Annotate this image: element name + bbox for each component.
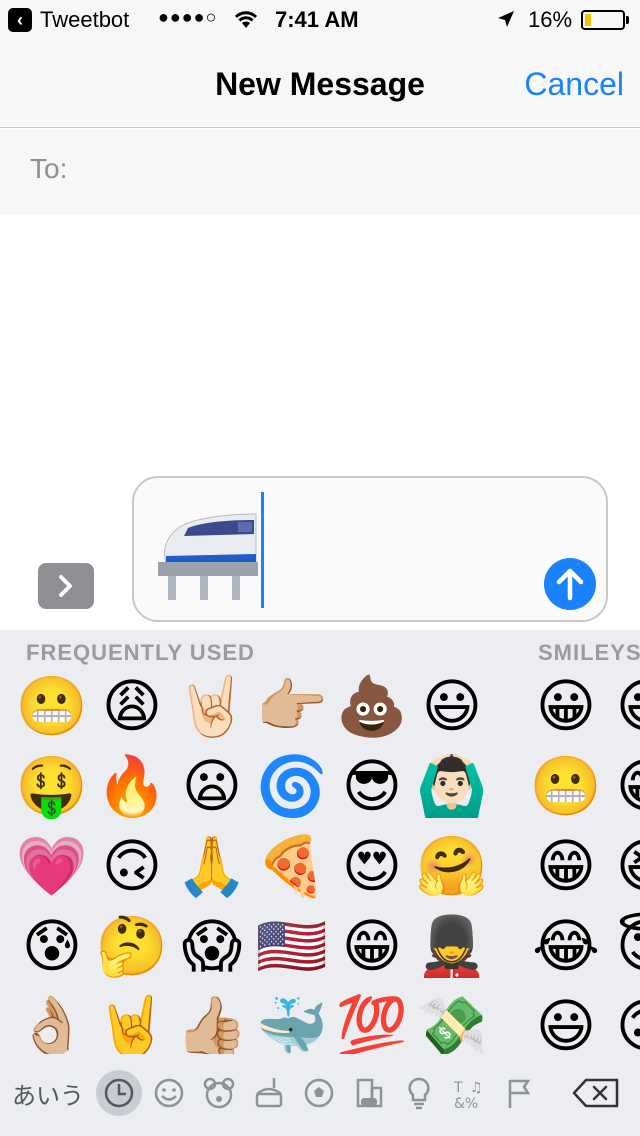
bear-icon[interactable] [196, 1070, 242, 1116]
emoji-key[interactable]: 💂 [412, 906, 492, 986]
wifi-icon [234, 11, 258, 28]
cancel-button[interactable]: Cancel [524, 66, 624, 103]
battery-level [585, 14, 591, 26]
frequently-used-grid: 😬 😩 🤘🏻 👉🏼 💩 😃 🤑 🔥 😦 🌀 😎 🙆🏻‍♂️ 💗 🙃 🙏 🍕 😍 🤗 😰 🤔 😱 🇺🇸 😁 💂 👌🏼 🤘 👍🏼 🐳 💯 💸 [12, 666, 496, 1054]
to-label: To: [30, 153, 68, 184]
battery-percent: 16% [528, 7, 573, 32]
nav-bar: New Message Cancel [0, 40, 640, 128]
arrow-up-icon [556, 568, 584, 601]
emoji-key[interactable]: 🙃 [92, 826, 172, 906]
text-cursor [261, 492, 264, 608]
emoji-key[interactable]: 👉🏼 [252, 666, 332, 746]
section-frequently-used: FREQUENTLY USED [26, 640, 255, 665]
emoji-key[interactable]: 😱 [172, 906, 252, 986]
section-smileys: SMILEYS [538, 640, 640, 665]
emoji-key[interactable]: 😍 [332, 826, 412, 906]
svg-text:♫: ♫ [470, 1080, 483, 1096]
monorail-emoji [158, 513, 258, 600]
emoji-key[interactable]: 🌀 [252, 746, 332, 826]
emoji-keyboard: FREQUENTLY USED SMILEYS 😬 😩 🤘🏻 👉🏼 💩 😃 🤑 🔥 😦 🌀 😎 🙆🏻‍… [0, 630, 640, 1136]
smileys-grid: 😀😃😬😁😁😆😂😇😃🙃 [526, 666, 640, 1054]
emoji-key[interactable]: 😬 [12, 666, 92, 746]
signal-strength: ●●●●○ [158, 7, 218, 27]
keyboard-category-bar: あいう T ♫ &% [0, 1054, 640, 1136]
clock: 7:41 AM [275, 7, 359, 32]
emoji-key[interactable]: 😩 [92, 666, 172, 746]
delete-icon[interactable] [572, 1078, 620, 1108]
emoji-key[interactable]: 🙆🏻‍♂️ [412, 746, 492, 826]
battery-tip [626, 16, 629, 24]
emoji-key[interactable]: 😃 [412, 666, 492, 746]
emoji-key[interactable]: 👍🏼 [172, 986, 252, 1054]
emoji-key[interactable]: 💗 [12, 826, 92, 906]
clock-icon[interactable] [96, 1070, 142, 1116]
emoji-key[interactable]: 🤗 [412, 826, 492, 906]
emoji-key[interactable]: 😁 [526, 826, 606, 906]
send-button[interactable] [544, 558, 596, 610]
symbols-icon[interactable]: T ♫ &% [446, 1070, 492, 1116]
emoji-key[interactable]: 🤘 [92, 986, 172, 1054]
emoji-key[interactable]: 💯 [332, 986, 412, 1054]
status-bar: ‹ Tweetbot ●●●●○ 7:41 AM 16% [0, 0, 640, 40]
bulb-icon[interactable] [396, 1070, 442, 1116]
emoji-key[interactable]: 😬 [526, 746, 606, 826]
emoji-key[interactable]: 🙃 [606, 986, 640, 1054]
recipient-row: To: [0, 129, 640, 215]
ball-icon[interactable] [296, 1070, 342, 1116]
food-icon[interactable] [246, 1070, 292, 1116]
svg-text:&%: &% [454, 1096, 478, 1112]
building-icon[interactable] [346, 1070, 392, 1116]
smiley-icon[interactable] [146, 1070, 192, 1116]
emoji-key[interactable]: 😇 [606, 906, 640, 986]
expand-apps-button[interactable] [38, 563, 94, 609]
emoji-key[interactable]: 🤔 [92, 906, 172, 986]
back-app-label[interactable]: Tweetbot [40, 7, 129, 33]
emoji-key[interactable]: 💩 [332, 666, 412, 746]
flag-icon[interactable] [496, 1070, 542, 1116]
emoji-key[interactable]: 😎 [332, 746, 412, 826]
battery-icon [581, 10, 625, 30]
emoji-key[interactable]: 😃 [526, 986, 606, 1054]
emoji-panel[interactable]: FREQUENTLY USED SMILEYS 😬 😩 🤘🏻 👉🏼 💩 😃 🤑 🔥 😦 🌀 😎 🙆🏻‍… [0, 630, 640, 1054]
location-arrow-icon [498, 11, 514, 27]
emoji-key[interactable]: 💸 [412, 986, 492, 1054]
back-icon[interactable]: ‹ [8, 8, 32, 32]
emoji-key[interactable]: 👌🏼 [12, 986, 92, 1054]
emoji-key[interactable]: 😁 [332, 906, 412, 986]
emoji-key[interactable]: 🤑 [12, 746, 92, 826]
emoji-key[interactable]: 😆 [606, 826, 640, 906]
emoji-key[interactable]: 😰 [12, 906, 92, 986]
emoji-key[interactable]: 😃 [606, 666, 640, 746]
emoji-key[interactable]: 🙏 [172, 826, 252, 906]
emoji-key[interactable]: 🐳 [252, 986, 332, 1054]
message-compose-field[interactable]: 🚝 [132, 476, 608, 622]
emoji-key[interactable]: 🍕 [252, 826, 332, 906]
chevron-right-icon [59, 575, 72, 597]
emoji-key[interactable]: 😂 [526, 906, 606, 986]
emoji-key[interactable]: 🔥 [92, 746, 172, 826]
emoji-key[interactable]: 🤘🏻 [172, 666, 252, 746]
emoji-key[interactable]: 😦 [172, 746, 252, 826]
emoji-key[interactable]: 😁 [606, 746, 640, 826]
switch-keyboard-button[interactable]: あいう [12, 1076, 84, 1111]
emoji-key[interactable]: 🇺🇸 [252, 906, 332, 986]
emoji-key[interactable]: 😀 [526, 666, 606, 746]
svg-text:T: T [453, 1080, 463, 1096]
recipient-input[interactable] [82, 147, 622, 191]
